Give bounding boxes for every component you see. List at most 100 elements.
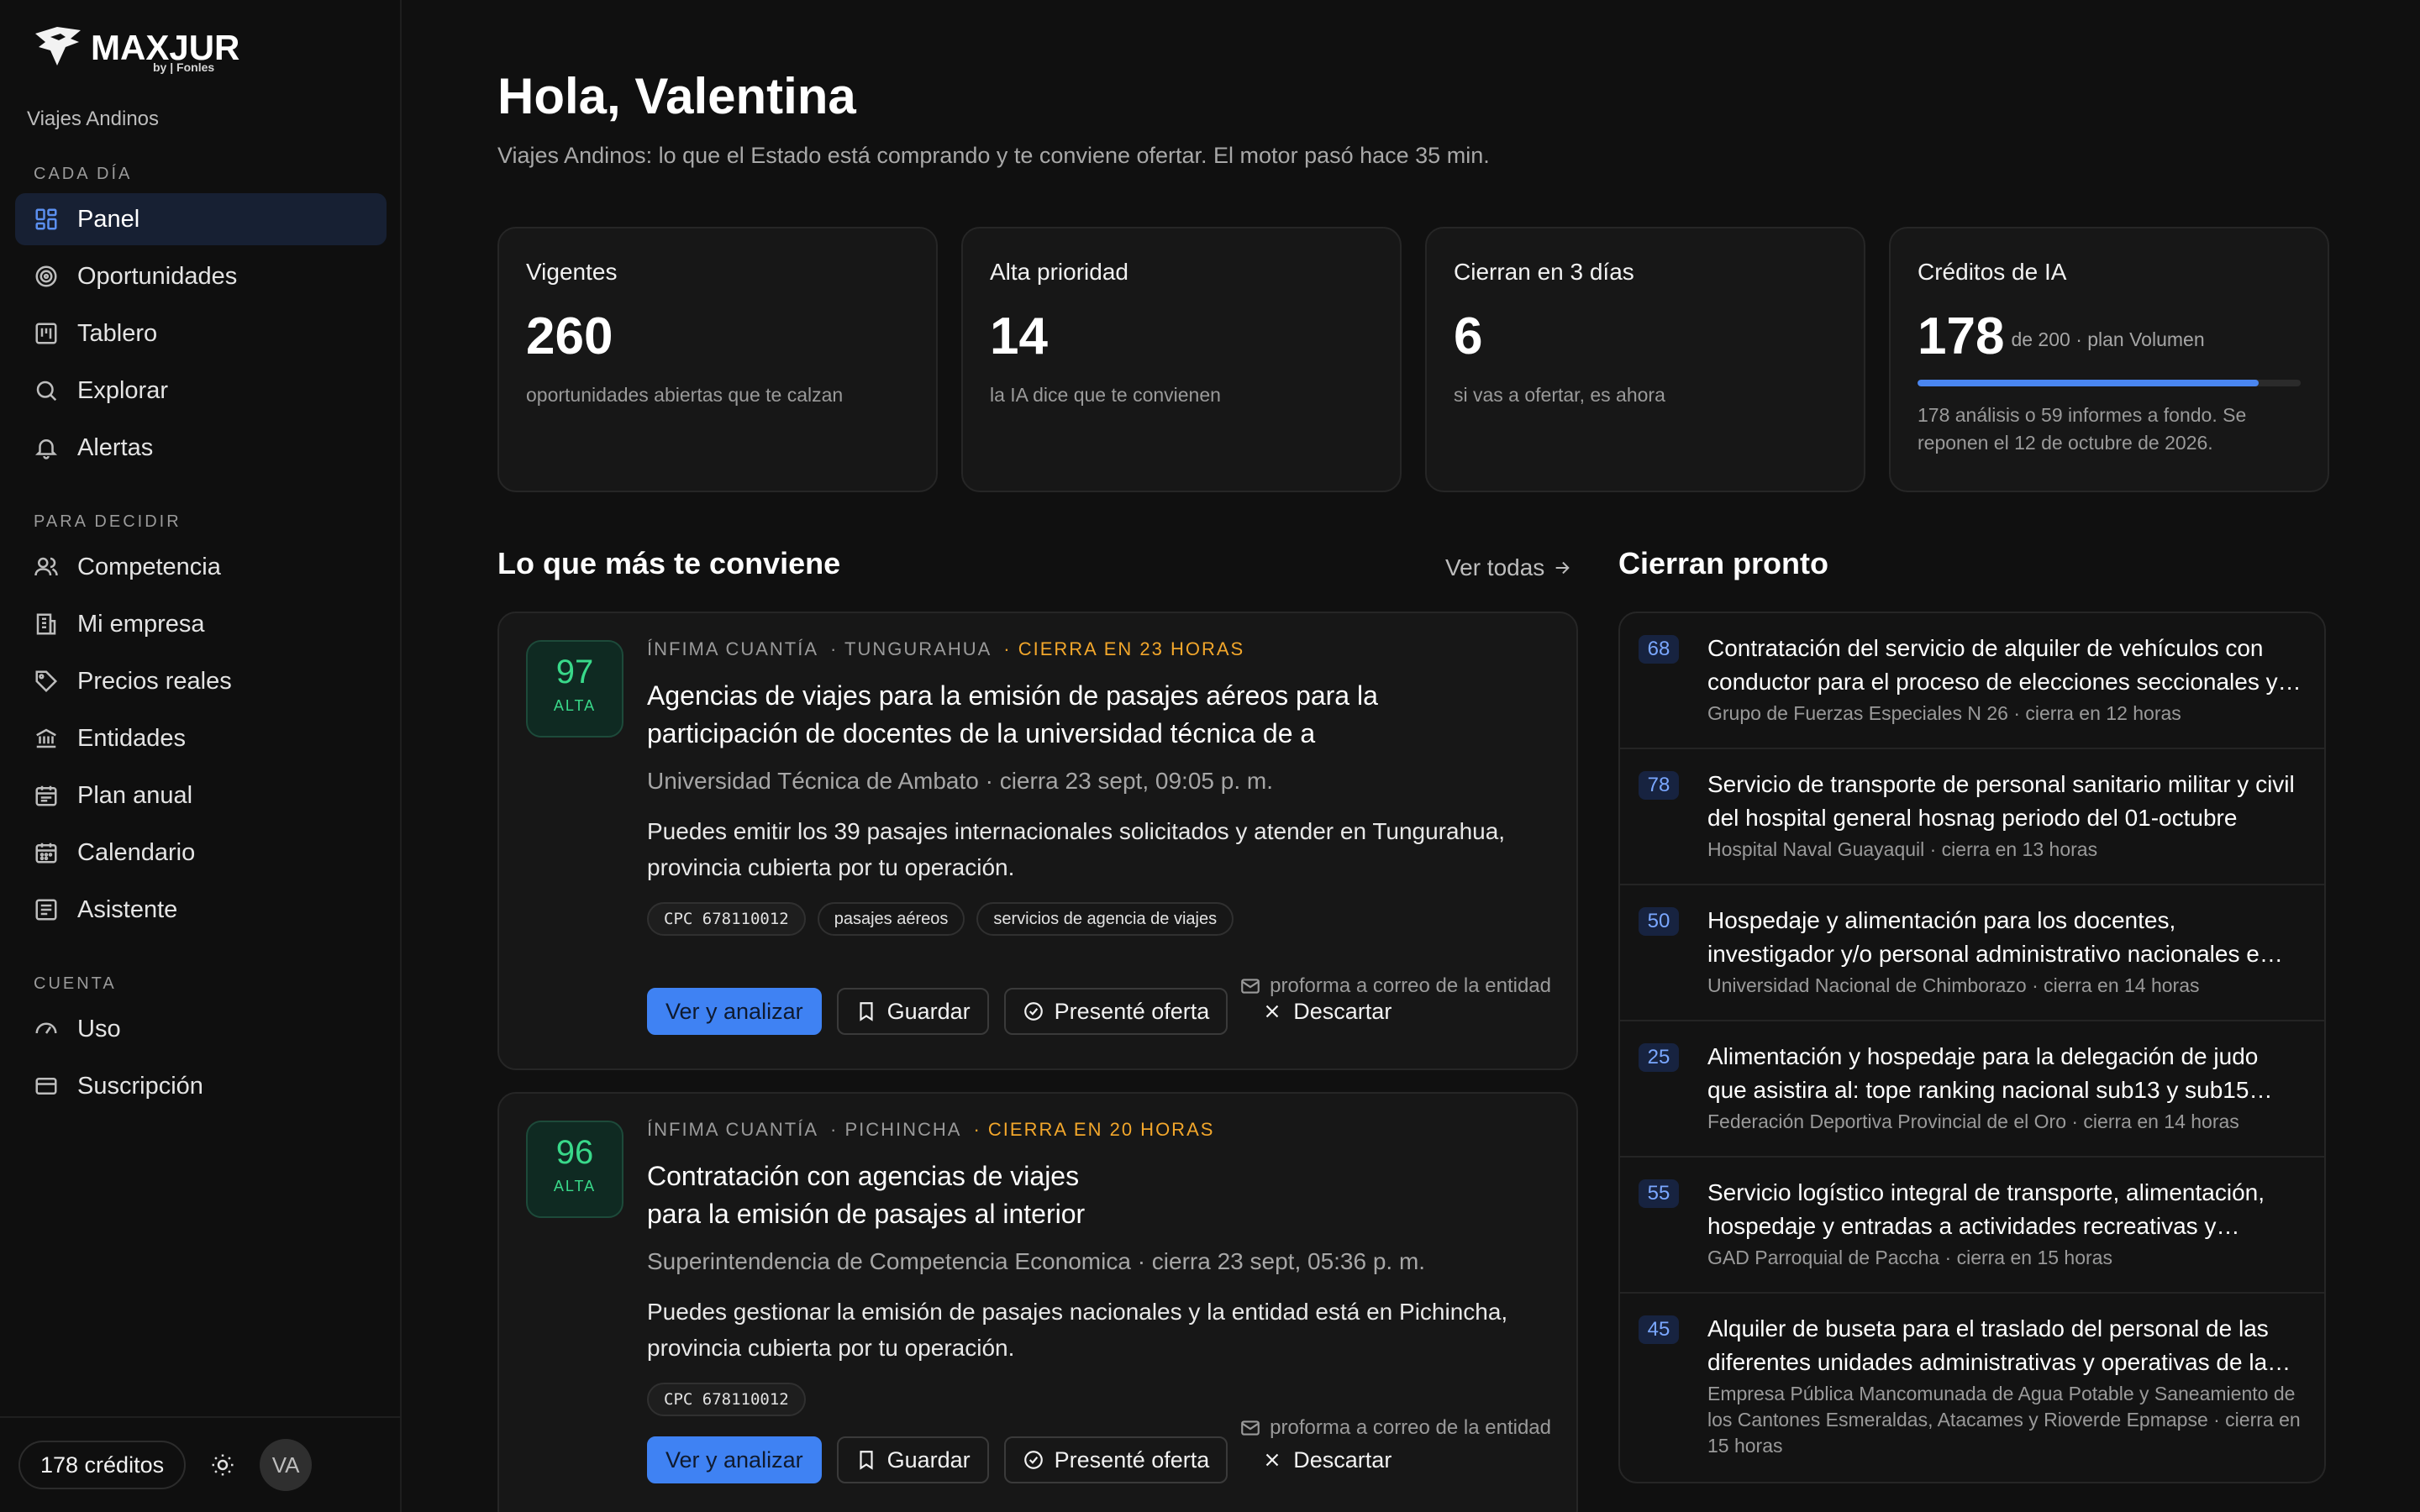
gauge-icon bbox=[35, 1022, 57, 1034]
list-item[interactable]: 68 Contratación del servicio de alquiler… bbox=[1620, 613, 2324, 749]
save-button[interactable]: Guardar bbox=[836, 1436, 989, 1484]
item-title: Alimentación y hospedaje para la delegac… bbox=[1707, 1043, 2259, 1103]
check-circle-icon bbox=[1023, 1002, 1043, 1021]
tag-list: CPC 678110012 pasajes aéreos servicios d… bbox=[647, 902, 1551, 937]
stat-card-creditos[interactable]: Créditos de IA 178 de 200 · plan Volumen … bbox=[1889, 227, 2329, 492]
procurement-type: ÍNFIMA CUANTÍA bbox=[647, 638, 819, 659]
score-badge: 97 ALTA bbox=[526, 640, 623, 738]
org-name: Viajes Andinos bbox=[27, 108, 160, 130]
sidebar-item-oportunidades[interactable]: Oportunidades bbox=[15, 250, 387, 302]
sidebar-item-competencia[interactable]: Competencia bbox=[15, 541, 387, 593]
stat-value: 14 bbox=[990, 307, 1048, 365]
check-circle-icon bbox=[1023, 1451, 1043, 1470]
stat-label: Vigentes bbox=[526, 259, 618, 285]
opportunity-body: ÍNFIMA CUANTÍA · PICHINCHA · CIERRA EN 2… bbox=[647, 1119, 1551, 1484]
sidebar-item-plan-anual[interactable]: Plan anual bbox=[15, 769, 387, 822]
list-item[interactable]: 45 Alquiler de buseta para el traslado d… bbox=[1620, 1294, 2324, 1482]
sidebar-item-label: Calendario bbox=[77, 838, 196, 866]
see-all-link[interactable]: Ver todas bbox=[1445, 554, 1571, 581]
theme-toggle-button[interactable] bbox=[206, 1448, 239, 1482]
search-icon bbox=[36, 381, 57, 402]
item-meta: Hospital Naval Guayaquil · cierra en 13 … bbox=[1707, 838, 2098, 860]
nav-heading: CUENTA bbox=[34, 974, 117, 993]
sidebar-item-label: Precios reales bbox=[77, 667, 232, 695]
stat-card-cierran[interactable]: Cierran en 3 días 6 si vas a ofertar, es… bbox=[1425, 227, 1865, 492]
sidebar-item-panel[interactable]: Panel bbox=[15, 193, 387, 245]
sidebar-item-label: Alertas bbox=[77, 433, 154, 461]
stat-card-alta-prioridad[interactable]: Alta prioridad 14 la IA dice que te conv… bbox=[961, 227, 1402, 492]
opportunity-title[interactable]: Contratación con agencias de viajes para… bbox=[647, 1158, 1118, 1233]
sidebar-item-alertas[interactable]: Alertas bbox=[15, 422, 387, 474]
sidebar-item-label: Oportunidades bbox=[77, 262, 238, 290]
sidebar-item-explorar[interactable]: Explorar bbox=[15, 365, 387, 417]
score-badge: 45 bbox=[1639, 1315, 1679, 1344]
sidebar-item-label: Competencia bbox=[77, 553, 221, 580]
sidebar-item-label: Uso bbox=[77, 1015, 121, 1042]
opportunity-description: Puedes gestionar la emisión de pasajes n… bbox=[647, 1298, 1508, 1361]
save-label: Guardar bbox=[886, 1446, 971, 1473]
stat-label: Alta prioridad bbox=[990, 259, 1128, 285]
stat-value: 260 bbox=[526, 307, 613, 365]
nav-heading: PARA DECIDIR bbox=[34, 512, 182, 531]
stat-value: 6 bbox=[1454, 307, 1483, 365]
stat-label: Créditos de IA bbox=[1918, 259, 2067, 285]
sidebar-item-mi-empresa[interactable]: Mi empresa bbox=[15, 598, 387, 650]
opportunity-card[interactable]: 96 ALTA ÍNFIMA CUANTÍA · PICHINCHA · CIE… bbox=[497, 1092, 1578, 1512]
close-icon bbox=[1266, 1454, 1279, 1467]
opportunity-card[interactable]: 97 ALTA ÍNFIMA CUANTÍA · TUNGURAHUA · CI… bbox=[497, 612, 1578, 1070]
list-item[interactable]: 25 Alimentación y hospedaje para la dele… bbox=[1620, 1021, 2324, 1158]
province: · PICHINCHA bbox=[830, 1119, 962, 1140]
save-button[interactable]: Guardar bbox=[836, 988, 989, 1036]
app-root: MAXJUR by | Fonles Viajes Andinos CADA D… bbox=[0, 0, 2420, 1512]
closing-warning: · CIERRA EN 20 HORAS bbox=[973, 1119, 1215, 1140]
arrow-right-icon bbox=[1555, 561, 1570, 575]
proforma-note: proforma a correo de la entidad bbox=[1239, 1416, 1551, 1440]
sidebar-item-calendario[interactable]: Calendario bbox=[15, 827, 387, 879]
opportunity-actions: Ver y analizar Guardar Presenté oferta D… bbox=[647, 1436, 1551, 1484]
offered-button[interactable]: Presenté oferta bbox=[1003, 988, 1228, 1036]
list-item[interactable]: 78 Servicio de transporte de personal sa… bbox=[1620, 749, 2324, 885]
sidebar-item-tablero[interactable]: Tablero bbox=[15, 307, 387, 360]
view-analyze-button[interactable]: Ver y analizar bbox=[647, 1436, 822, 1484]
item-title: Servicio logístico integral de transport… bbox=[1707, 1179, 2265, 1239]
calendar-icon bbox=[35, 843, 57, 864]
sidebar-item-label: Mi empresa bbox=[77, 610, 205, 638]
opportunity-meta: ÍNFIMA CUANTÍA · PICHINCHA · CIERRA EN 2… bbox=[647, 1119, 1551, 1141]
stat-desc: oportunidades abiertas que te calzan bbox=[526, 384, 844, 406]
sidebar-item-precios-reales[interactable]: Precios reales bbox=[15, 655, 387, 707]
sidebar-item-uso[interactable]: Uso bbox=[15, 1003, 387, 1055]
view-analyze-button[interactable]: Ver y analizar bbox=[647, 988, 822, 1036]
save-label: Guardar bbox=[886, 998, 971, 1024]
opportunity-title[interactable]: Agencias de viajes para la emisión de pa… bbox=[647, 677, 1386, 753]
sidebar-item-entidades[interactable]: Entidades bbox=[15, 712, 387, 764]
card-icon bbox=[35, 1078, 57, 1095]
main-content: Hola, Valentina Viajes Andinos: lo que e… bbox=[403, 0, 2420, 1512]
discard-button[interactable]: Descartar bbox=[1243, 1436, 1410, 1483]
score-tag: ALTA bbox=[553, 697, 597, 714]
sidebar-item-asistente[interactable]: Asistente bbox=[15, 884, 387, 936]
credits-pill[interactable]: 178 créditos bbox=[18, 1441, 187, 1489]
score-badge: 50 bbox=[1639, 907, 1679, 936]
nav-heading: CADA DÍA bbox=[34, 165, 133, 183]
score-badge: 78 bbox=[1639, 771, 1679, 800]
page-title: Hola, Valentina bbox=[497, 68, 856, 124]
nav-section-decide: PARA DECIDIR Competencia Mi empresa Prec… bbox=[0, 507, 402, 941]
stat-card-vigentes[interactable]: Vigentes 260 oportunidades abiertas que … bbox=[497, 227, 938, 492]
sidebar-item-suscripcion[interactable]: Suscripción bbox=[15, 1060, 387, 1112]
bookmark-icon bbox=[860, 1002, 873, 1022]
opportunity-description: Puedes emitir los 39 pasajes internacion… bbox=[647, 817, 1506, 880]
sidebar-item-label: Entidades bbox=[77, 724, 186, 752]
credits-of: de 200 · plan Volumen bbox=[2011, 328, 2205, 351]
kanban-icon bbox=[35, 323, 57, 344]
grid-icon bbox=[35, 208, 57, 230]
list-item[interactable]: 55 Servicio logístico integral de transp… bbox=[1620, 1158, 2324, 1294]
page-subtitle: Viajes Andinos: lo que el Estado está co… bbox=[497, 143, 1490, 168]
score-badge: 68 bbox=[1639, 635, 1679, 664]
opportunity-entity: Superintendencia de Competencia Economic… bbox=[647, 1247, 1426, 1274]
best-section-title: Lo que más te conviene bbox=[497, 546, 841, 580]
stat-desc: si vas a ofertar, es ahora bbox=[1454, 384, 1665, 406]
offered-button[interactable]: Presenté oferta bbox=[1003, 1436, 1228, 1484]
avatar[interactable]: VA bbox=[260, 1439, 313, 1491]
list-item[interactable]: 50 Hospedaje y alimentación para los doc… bbox=[1620, 885, 2324, 1021]
tag-cpc: CPC 678110012 bbox=[647, 1383, 806, 1417]
